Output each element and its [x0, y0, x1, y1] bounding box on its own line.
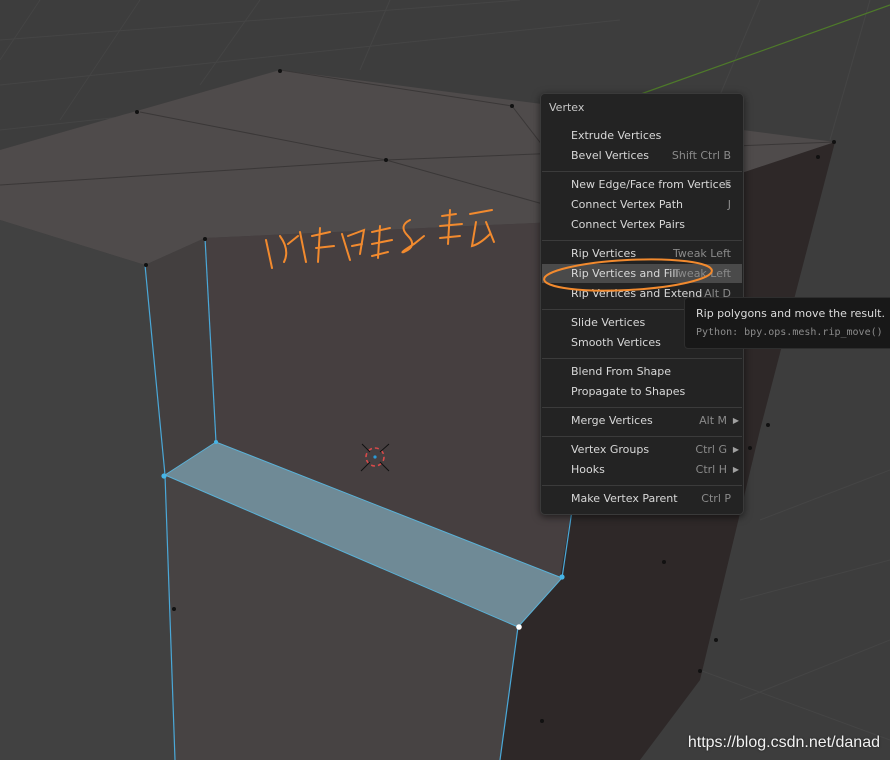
- annotation-circle-icon: [543, 258, 713, 292]
- operator-tooltip: Rip polygons and move the result. Python…: [684, 297, 890, 349]
- 3d-viewport[interactable]: Vertex Extrude Vertices Bevel Vertices S…: [0, 0, 890, 760]
- tooltip-python-path: Python: bpy.ops.mesh.rip_move(): [696, 327, 883, 338]
- watermark: https://blog.csdn.net/danad: [687, 734, 880, 751]
- annotation-overlay: [543, 258, 713, 292]
- tooltip-description: Rip polygons and move the result.: [696, 307, 885, 320]
